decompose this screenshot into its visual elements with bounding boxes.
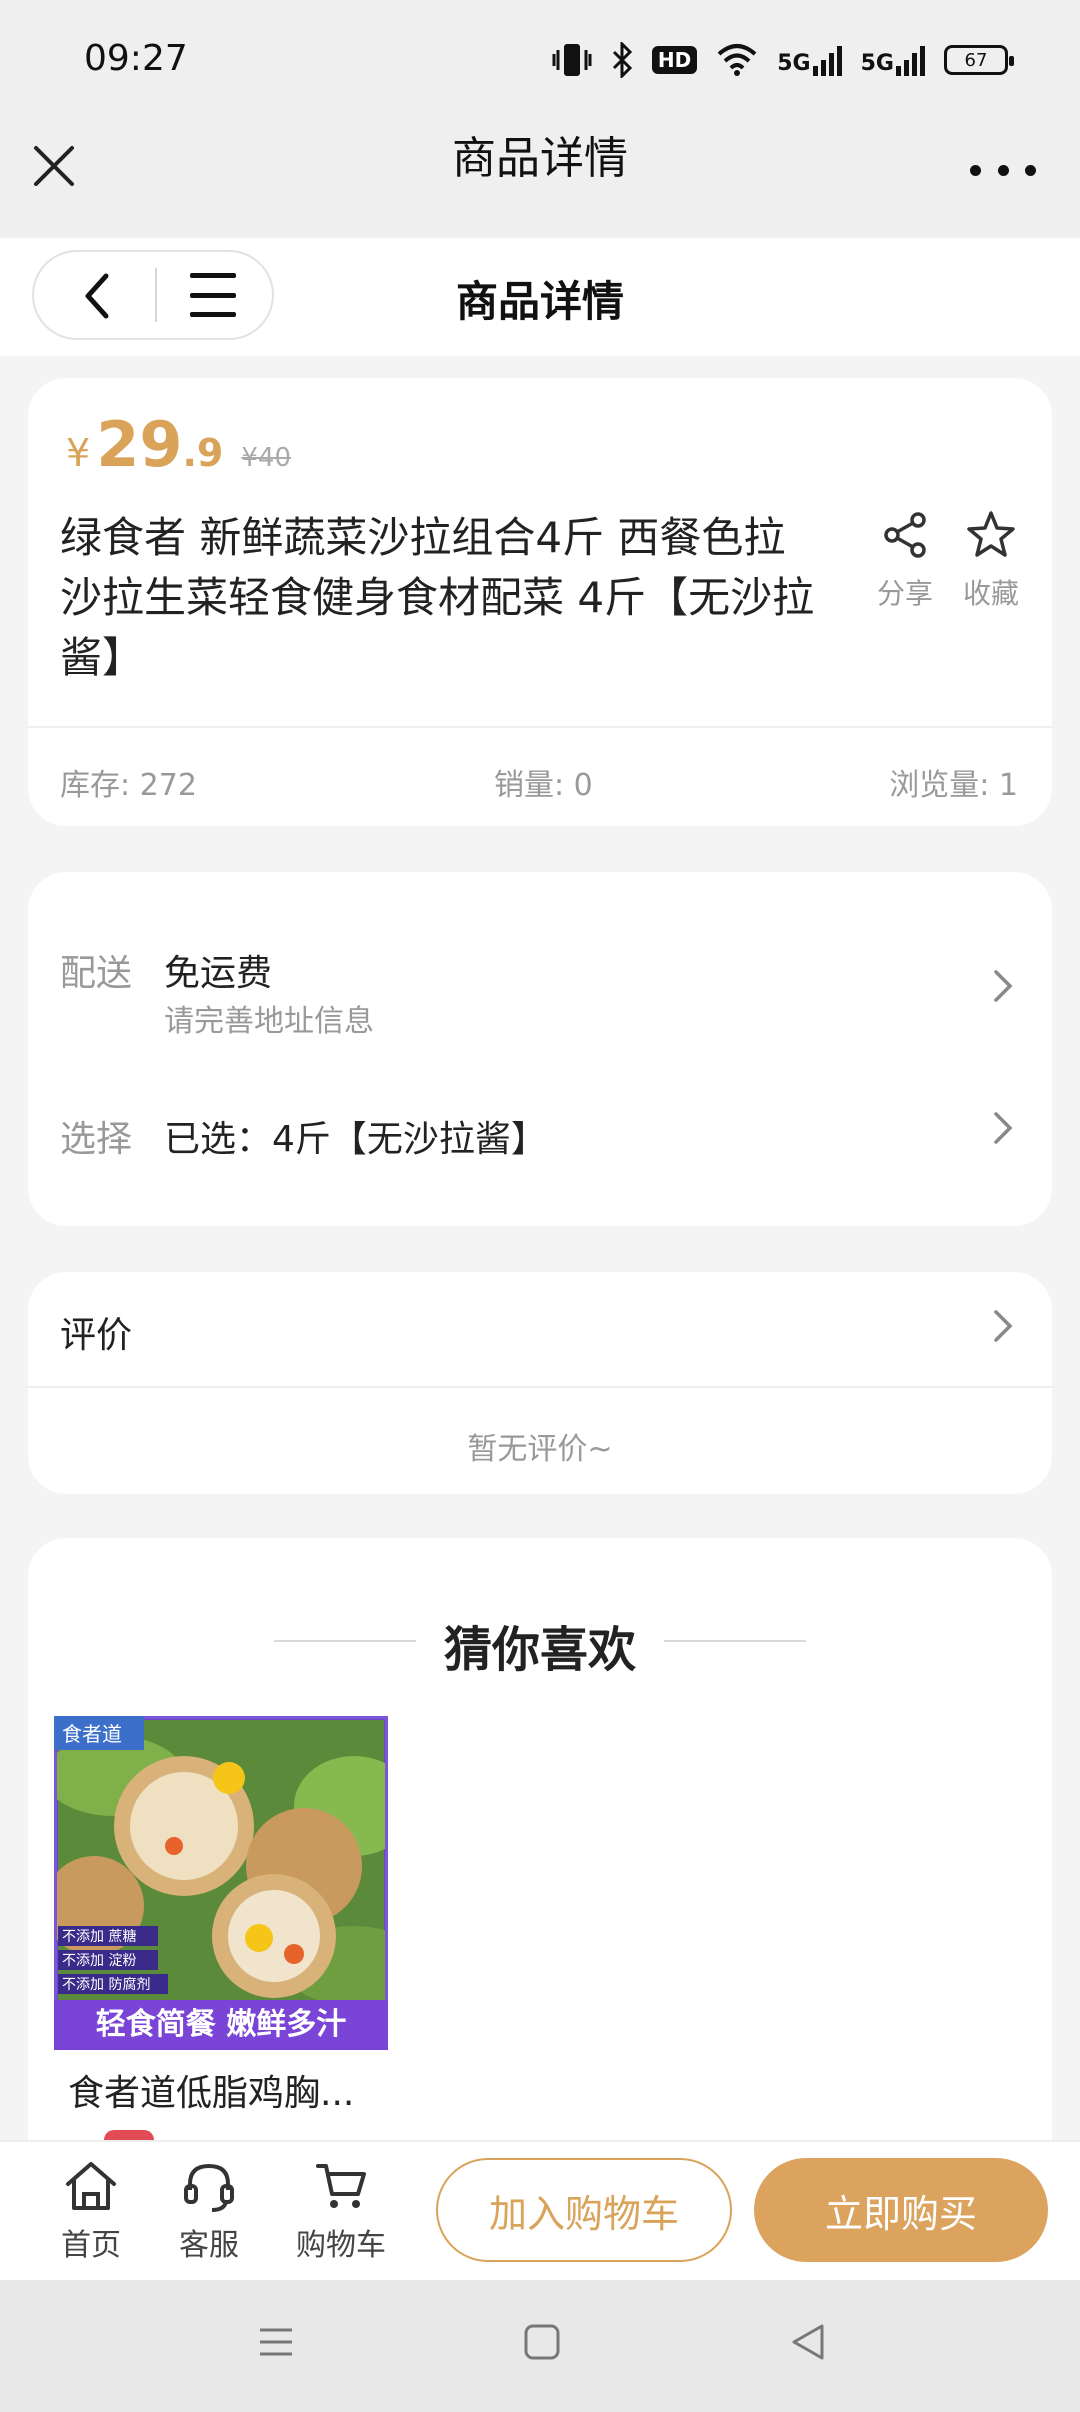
delivery-label: 配送 (60, 953, 133, 994)
delivery-value: 免运费 (164, 953, 273, 994)
back-triangle-icon[interactable] (788, 2322, 828, 2362)
price-decimal: .9 (182, 431, 224, 475)
reviews-divider (28, 1386, 1052, 1388)
vibrate-icon (552, 44, 592, 76)
battery-level: 67 (964, 49, 988, 71)
recommendations-title: 猜你喜欢 (443, 1622, 636, 1678)
brand-tag: 食者道 (54, 1716, 144, 1750)
reviews-label: 评价 (60, 1315, 133, 1356)
share-icon (884, 512, 926, 558)
price-symbol: ¥ (66, 431, 91, 475)
network-type-label-1: 5G (777, 51, 811, 76)
sales-stat: 销量: 0 (494, 768, 593, 803)
hd-badge: HD (651, 46, 698, 74)
headset-icon (184, 2163, 234, 2212)
feature-tag-1: 不添加 蔗糖 (62, 1929, 136, 1945)
share-button[interactable]: 分享 (860, 508, 950, 612)
feature-tags: 不添加 蔗糖 不添加 淀粉 不添加 防腐剂 (58, 1926, 168, 1994)
select-label: 选择 (60, 1119, 133, 1160)
star-icon (967, 511, 1015, 557)
image-banner-text: 轻食简餐 嫩鲜多汁 (96, 2007, 346, 2042)
cart-icon (316, 2164, 366, 2208)
service-tab[interactable]: 客服 (154, 2158, 264, 2264)
status-icons: HD 5G 5G 67 (552, 36, 1014, 84)
home-icon (66, 2162, 116, 2210)
price-integer: 29 (96, 408, 183, 481)
battery-icon: 67 (944, 45, 1014, 75)
home-tab[interactable]: 首页 (36, 2158, 146, 2264)
mini-program-title: 商品详情 (452, 133, 628, 184)
wifi-icon (717, 44, 757, 76)
signal-2: 5G (861, 44, 926, 76)
close-button[interactable] (28, 140, 80, 192)
cart-tab[interactable]: 购物车 (286, 2158, 396, 2264)
network-type-label-2: 5G (860, 51, 894, 76)
original-price: ¥40 (241, 443, 291, 473)
feature-tag-3: 不添加 防腐剂 (62, 1976, 150, 1993)
chevron-right-icon (994, 970, 1013, 1002)
cart-label: 购物车 (296, 2228, 386, 2263)
delivery-sub: 请完善地址信息 (164, 1004, 374, 1039)
favorite-button[interactable]: 收藏 (946, 508, 1036, 612)
chevron-right-icon (994, 1310, 1013, 1342)
recommended-product-name[interactable]: 食者道低脂鸡胸... (68, 2064, 354, 2116)
product-title: 绿食者 新鲜蔬菜沙拉组合4斤 西餐色拉沙拉生菜轻食健身食材配菜 4斤【无沙拉酱】 (60, 513, 815, 682)
stock-stat: 库存: 272 (60, 768, 197, 803)
home-square-icon[interactable] (522, 2322, 562, 2362)
more-dot (1025, 164, 1036, 176)
signal-1: 5G (777, 44, 842, 76)
reviews-empty-text: 暂无评价~ (467, 1432, 613, 1467)
food-photo: 食者道 不添加 蔗糖 不添加 淀粉 不添加 防腐剂 轻食简餐 嫩鲜多汁 (54, 1716, 388, 2050)
bluetooth-icon (612, 42, 633, 78)
page-title: 商品详情 (455, 277, 624, 326)
share-label: 分享 (876, 577, 933, 610)
recommended-product-image[interactable]: 食者道 不添加 蔗糖 不添加 淀粉 不添加 防腐剂 轻食简餐 嫩鲜多汁 (54, 1716, 388, 2050)
more-dots-icon (970, 164, 981, 176)
signal-bars-icon (896, 46, 925, 76)
select-value: 已选：4斤【无沙拉酱】 (164, 1119, 547, 1160)
reviews-row[interactable] (28, 1272, 1052, 1384)
home-label: 首页 (61, 2228, 121, 2263)
status-time: 09:27 (84, 38, 188, 79)
service-label: 客服 (179, 2228, 239, 2263)
add-to-cart-button[interactable]: 加入购物车 (436, 2158, 732, 2262)
views-stat: 浏览量: 1 (889, 768, 1018, 803)
signal-bars-icon (812, 46, 842, 76)
rec-title-line-right (664, 1640, 806, 1642)
chevron-right-icon (994, 1112, 1013, 1144)
buy-now-button[interactable]: 立即购买 (754, 2158, 1048, 2262)
more-button[interactable] (970, 150, 1036, 190)
price-block: ¥ 29 .9 ¥40 (66, 408, 291, 481)
close-icon (34, 146, 74, 186)
feature-tag-2: 不添加 淀粉 (62, 1953, 136, 1969)
favorite-label: 收藏 (962, 577, 1019, 610)
stats-divider (28, 726, 1052, 728)
more-dot (997, 164, 1009, 176)
brand-text: 食者道 (62, 1722, 122, 1746)
recents-menu-icon[interactable] (256, 2322, 296, 2362)
